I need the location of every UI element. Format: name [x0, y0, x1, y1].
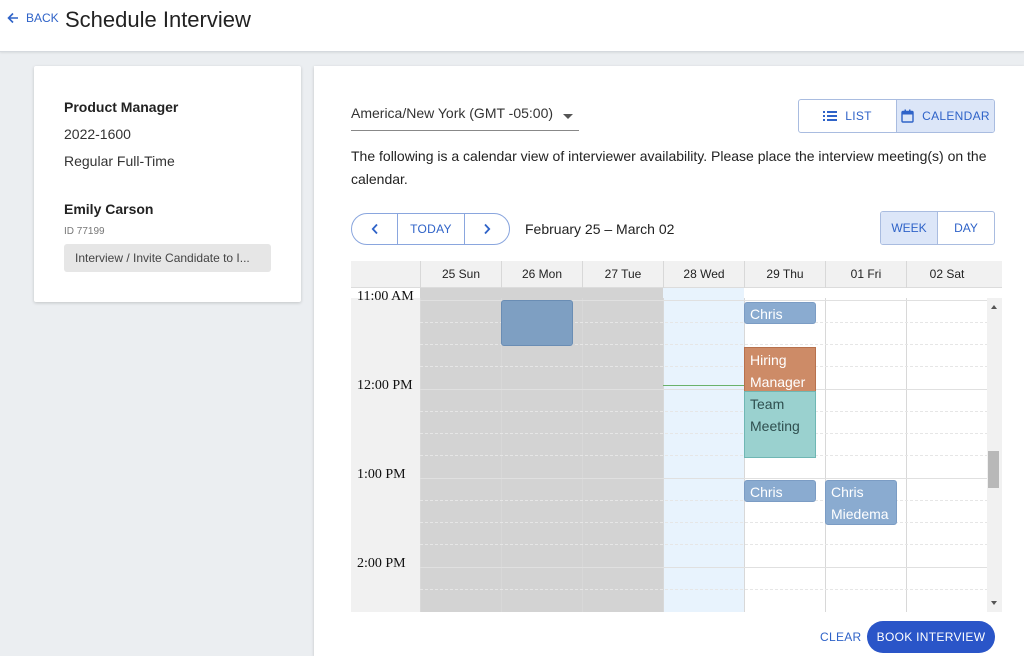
day-header-fri: 01 Fri — [825, 261, 906, 288]
date-range-label: February 25 – March 02 — [525, 221, 675, 237]
arrow-left-icon — [7, 12, 18, 24]
event-label: Chris Miedema — [831, 484, 889, 522]
calendar-icon — [901, 109, 914, 123]
calendar-scrollbar[interactable] — [987, 298, 1002, 612]
calendar-body: 11:00 AM 12:00 PM 1:00 PM 2:00 PM Chris … — [351, 289, 1002, 612]
all-day-band-past — [420, 288, 663, 298]
calendar-event[interactable]: Team Meeting — [744, 391, 816, 458]
today-button[interactable]: TODAY — [398, 214, 465, 244]
job-title: Product Manager — [64, 99, 179, 115]
back-label: BACK — [26, 11, 59, 25]
day-header-sun: 25 Sun — [420, 261, 501, 288]
grid-line — [420, 478, 988, 479]
period-toggle: WEEK DAY — [880, 211, 995, 245]
event-label: Hiring Manager — [750, 352, 806, 390]
employment-type: Regular Full-Time — [64, 153, 175, 169]
event-label: Team Meeting — [750, 396, 800, 434]
time-label-2pm: 2:00 PM — [357, 556, 406, 571]
calendar-event[interactable]: Chris Miedema — [825, 480, 897, 525]
all-day-band-today — [663, 288, 744, 298]
grid-line — [420, 522, 988, 523]
day-header-tue: 27 Tue — [582, 261, 663, 288]
week-calendar: 25 Sun 26 Mon 27 Tue 28 Wed 29 Thu 01 Fr… — [351, 261, 1002, 612]
top-bar: BACK Schedule Interview — [0, 0, 1024, 52]
list-view-label: LIST — [845, 109, 872, 123]
grid-line — [420, 389, 988, 390]
candidate-name: Emily Carson — [64, 201, 154, 217]
requisition-number: 2022-1600 — [64, 126, 131, 142]
grid-line — [420, 500, 988, 501]
candidate-summary-card: Product Manager 2022-1600 Regular Full-T… — [34, 66, 301, 302]
time-gutter-header — [351, 261, 420, 288]
grid-line — [420, 411, 988, 412]
week-view-button[interactable]: WEEK — [881, 212, 938, 244]
list-icon — [823, 111, 838, 121]
grid-line — [420, 567, 988, 568]
calendar-event[interactable]: Chris — [744, 480, 816, 502]
calendar-event[interactable]: Hiring Manager — [744, 347, 816, 392]
timezone-select[interactable]: America/New York (GMT -05:00) — [351, 105, 579, 131]
candidate-stage-badge: Interview / Invite Candidate to I... — [64, 244, 271, 272]
grid-line — [420, 544, 988, 545]
time-column: 11:00 AM 12:00 PM 1:00 PM 2:00 PM — [351, 289, 420, 612]
back-button[interactable]: BACK — [6, 11, 59, 25]
time-label-11am: 11:00 AM — [357, 289, 414, 304]
calendar-event[interactable]: Chris — [744, 302, 816, 324]
grid-line — [420, 433, 988, 434]
day-header-thu: 29 Thu — [744, 261, 825, 288]
candidate-id: ID 77199 — [64, 226, 105, 237]
scheduler-panel: America/New York (GMT -05:00) LIST CALEN… — [314, 66, 1024, 656]
caret-down-icon — [563, 114, 573, 119]
book-interview-button[interactable]: BOOK INTERVIEW — [867, 621, 995, 653]
time-label-12pm: 12:00 PM — [357, 378, 413, 393]
day-view-button[interactable]: DAY — [938, 212, 994, 244]
scroll-up-icon[interactable] — [991, 305, 997, 309]
next-week-button[interactable] — [465, 214, 509, 244]
calendar-instructions: The following is a calendar view of inte… — [351, 148, 987, 187]
scroll-down-icon[interactable] — [991, 601, 997, 605]
calendar-view-button[interactable]: CALENDAR — [896, 100, 994, 132]
chevron-right-icon — [484, 223, 491, 235]
view-toggle: LIST CALENDAR — [798, 99, 995, 133]
calendar-view-label: CALENDAR — [922, 109, 990, 123]
day-header-mon: 26 Mon — [501, 261, 582, 288]
clear-button[interactable]: CLEAR — [820, 630, 862, 644]
event-label: Chris — [750, 484, 783, 500]
grid-line — [420, 455, 988, 456]
grid-line — [420, 366, 988, 367]
event-label: Chris — [750, 306, 783, 322]
timezone-value: America/New York (GMT -05:00) — [351, 105, 554, 121]
unavailable-block[interactable] — [501, 300, 573, 346]
chevron-left-icon — [371, 223, 378, 235]
page-title: Schedule Interview — [65, 7, 251, 32]
day-header-sat: 02 Sat — [906, 261, 987, 288]
scroll-thumb[interactable] — [988, 451, 999, 488]
calendar-header: 25 Sun 26 Mon 27 Tue 28 Wed 29 Thu 01 Fr… — [351, 261, 1002, 288]
grid-line — [420, 589, 988, 590]
time-label-1pm: 1:00 PM — [357, 467, 406, 482]
list-view-button[interactable]: LIST — [799, 100, 896, 132]
day-header-wed: 28 Wed — [663, 261, 744, 288]
previous-week-button[interactable] — [352, 214, 398, 244]
current-time-indicator — [663, 385, 744, 386]
date-navigation: TODAY — [351, 213, 510, 245]
